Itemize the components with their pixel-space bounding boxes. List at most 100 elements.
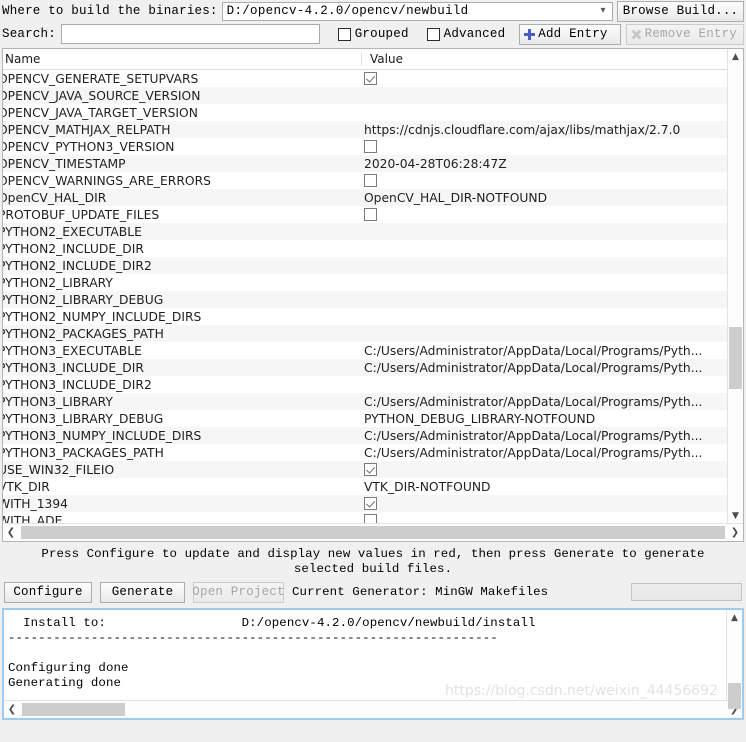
checkbox-unchecked-icon[interactable] (364, 174, 377, 187)
current-generator-label: Current Generator: MinGW Makefiles (292, 585, 549, 599)
table-horizontal-scrollbar[interactable]: ❮ ❯ (3, 523, 743, 541)
cache-entry-value[interactable] (356, 514, 727, 523)
output-console: Install to: D:/opencv-4.2.0/opencv/newbu… (2, 608, 744, 720)
table-row[interactable]: OpenCV_HAL_DIR OpenCV_HAL_DIR-NOTFOUND (3, 189, 727, 206)
chevron-up-icon[interactable]: ▲ (727, 610, 742, 625)
console-output-text: Install to: D:/opencv-4.2.0/opencv/newbu… (8, 616, 536, 690)
table-row[interactable]: OPENCV_GENERATE_SETUPVARS (3, 70, 727, 87)
search-toolbar: Search: Grouped Advanced Add Entry Remov… (0, 21, 746, 47)
configure-button[interactable]: Configure (4, 581, 92, 603)
cache-entry-value[interactable] (356, 72, 727, 85)
table-row[interactable]: PYTHON3_INCLUDE_DIR2 (3, 376, 727, 393)
table-row[interactable]: OPENCV_TIMESTAMP 2020-04-28T06:28:47Z (3, 155, 727, 172)
checkbox-unchecked-icon[interactable] (364, 208, 377, 221)
table-row[interactable]: PYTHON3_PACKAGES_PATH C:/Users/Administra… (3, 444, 727, 461)
add-entry-button[interactable]: Add Entry (519, 23, 621, 45)
advanced-checkbox-box[interactable] (426, 27, 440, 41)
cache-entry-name: USE_WIN32_FILEIO (3, 462, 115, 477)
grouped-checkbox[interactable]: Grouped (337, 27, 409, 41)
cache-entry-value[interactable]: VTK_DIR-NOTFOUND (356, 480, 727, 494)
cache-entry-value[interactable] (356, 140, 727, 153)
chevron-left-icon[interactable]: ❮ (3, 525, 19, 541)
chevron-down-icon[interactable]: ▼ (728, 508, 743, 523)
browse-build-button[interactable]: Browse Build... (617, 0, 744, 22)
column-header-value[interactable]: Value (361, 52, 727, 66)
checkbox-checked-icon[interactable] (364, 72, 377, 85)
table-row[interactable]: OPENCV_MATHJAX_RELPATH https://cdnjs.clou… (3, 121, 727, 138)
table-row[interactable]: OPENCV_PYTHON3_VERSION (3, 138, 727, 155)
grouped-checkbox-box[interactable] (337, 27, 351, 41)
hscroll-track[interactable] (19, 525, 727, 540)
table-vertical-scrollbar[interactable]: ▲ ▼ (727, 49, 743, 523)
chevron-down-icon[interactable]: ▾ (594, 6, 612, 16)
table-row[interactable]: PYTHON3_NUMPY_INCLUDE_DIRS C:/Users/Admin… (3, 427, 727, 444)
table-row[interactable]: OPENCV_WARNINGS_ARE_ERRORS (3, 172, 727, 189)
table-row[interactable]: PYTHON3_INCLUDE_DIR C:/Users/Administrato… (3, 359, 727, 376)
checkbox-checked-icon[interactable] (364, 463, 377, 476)
cache-table-rows: OPENCV_GENERATE_SETUPVARS OPENCV_JAVA_SOU… (3, 70, 727, 523)
table-row[interactable]: VTK_DIR VTK_DIR-NOTFOUND (3, 478, 727, 495)
vscroll-track[interactable] (728, 64, 743, 508)
table-row[interactable]: PYTHON2_EXECUTABLE (3, 223, 727, 240)
table-row[interactable]: PYTHON3_LIBRARY_DEBUG PYTHON_DEBUG_LIBRAR… (3, 410, 727, 427)
remove-entry-button[interactable]: Remove Entry (625, 23, 744, 45)
table-row[interactable]: PYTHON3_EXECUTABLE C:/Users/Administrator… (3, 342, 727, 359)
cache-entry-value[interactable] (356, 208, 727, 221)
cache-entry-name: OPENCV_JAVA_TARGET_VERSION (3, 105, 198, 120)
cache-entry-value[interactable]: C:/Users/Administrator/AppData/Local/Pro… (356, 344, 727, 358)
column-header-name[interactable]: Name (3, 52, 361, 66)
table-row[interactable]: WITH_ADE (3, 512, 727, 523)
checkbox-checked-icon[interactable] (364, 497, 377, 510)
advanced-checkbox[interactable]: Advanced (426, 27, 506, 41)
chevron-right-icon[interactable]: ❯ (727, 525, 743, 541)
cache-entry-name: OPENCV_JAVA_SOURCE_VERSION (3, 88, 201, 103)
cache-entry-value[interactable]: C:/Users/Administrator/AppData/Local/Pro… (356, 446, 727, 460)
cache-entry-value[interactable] (356, 497, 727, 510)
cache-table-header: Name Value (3, 49, 727, 70)
hscroll-thumb[interactable] (21, 526, 725, 539)
vscroll-thumb[interactable] (729, 327, 742, 389)
table-row[interactable]: PYTHON2_LIBRARY_DEBUG (3, 291, 727, 308)
where-to-build-label: Where to build the binaries: (2, 4, 218, 18)
chevron-left-icon[interactable]: ❮ (4, 702, 20, 718)
console-hscroll-track[interactable] (20, 702, 726, 717)
table-row[interactable]: PROTOBUF_UPDATE_FILES (3, 206, 727, 223)
table-row[interactable]: PYTHON2_NUMPY_INCLUDE_DIRS (3, 308, 727, 325)
cache-entry-value[interactable]: https://cdnjs.cloudflare.com/ajax/libs/m… (356, 123, 727, 137)
table-row[interactable]: OPENCV_JAVA_TARGET_VERSION (3, 104, 727, 121)
cache-entry-value[interactable]: C:/Users/Administrator/AppData/Local/Pro… (356, 395, 727, 409)
console-vertical-scrollbar[interactable]: ▲ ▼ (726, 610, 742, 709)
table-row[interactable]: PYTHON2_LIBRARY (3, 274, 727, 291)
chevron-up-icon[interactable]: ▲ (728, 49, 743, 64)
checkbox-unchecked-icon[interactable] (364, 514, 377, 523)
table-row[interactable]: OPENCV_JAVA_SOURCE_VERSION (3, 87, 727, 104)
console-hscroll-thumb[interactable] (22, 703, 125, 716)
generate-button[interactable]: Generate (100, 581, 185, 603)
console-vscroll-track[interactable] (727, 625, 742, 709)
cache-entry-value[interactable]: 2020-04-28T06:28:47Z (356, 157, 727, 171)
cache-entry-value[interactable]: C:/Users/Administrator/AppData/Local/Pro… (356, 429, 727, 443)
open-project-button[interactable]: Open Project (192, 581, 285, 603)
table-row[interactable]: PYTHON2_INCLUDE_DIR2 (3, 257, 727, 274)
table-row[interactable]: USE_WIN32_FILEIO (3, 461, 727, 478)
action-button-bar: Configure Generate Open Project Current … (0, 579, 746, 605)
table-row[interactable]: PYTHON3_LIBRARY C:/Users/Administrator/Ap… (3, 393, 727, 410)
cache-entry-value[interactable] (356, 463, 727, 476)
cache-entry-name: PYTHON3_LIBRARY (3, 394, 113, 409)
cache-entry-name: OPENCV_TIMESTAMP (3, 156, 126, 171)
console-vscroll-thumb[interactable] (728, 683, 741, 709)
checkbox-unchecked-icon[interactable] (364, 140, 377, 153)
cache-entry-name: PYTHON2_PACKAGES_PATH (3, 326, 164, 341)
cache-entry-value[interactable]: C:/Users/Administrator/AppData/Local/Pro… (356, 361, 727, 375)
cache-entry-value[interactable]: PYTHON_DEBUG_LIBRARY-NOTFOUND (356, 412, 727, 426)
search-input[interactable] (60, 24, 320, 44)
cache-entry-value[interactable] (356, 174, 727, 187)
console-body: Install to: D:/opencv-4.2.0/opencv/newbu… (4, 610, 742, 709)
grouped-checkbox-label: Grouped (354, 27, 409, 41)
cache-entry-value[interactable]: OpenCV_HAL_DIR-NOTFOUND (356, 191, 727, 205)
table-row[interactable]: WITH_1394 (3, 495, 727, 512)
table-row[interactable]: PYTHON2_INCLUDE_DIR (3, 240, 727, 257)
console-horizontal-scrollbar[interactable]: ❮ ❯ (4, 700, 742, 718)
table-row[interactable]: PYTHON2_PACKAGES_PATH (3, 325, 727, 342)
build-path-combobox[interactable]: D:/opencv-4.2.0/opencv/newbuild ▾ (221, 1, 613, 21)
